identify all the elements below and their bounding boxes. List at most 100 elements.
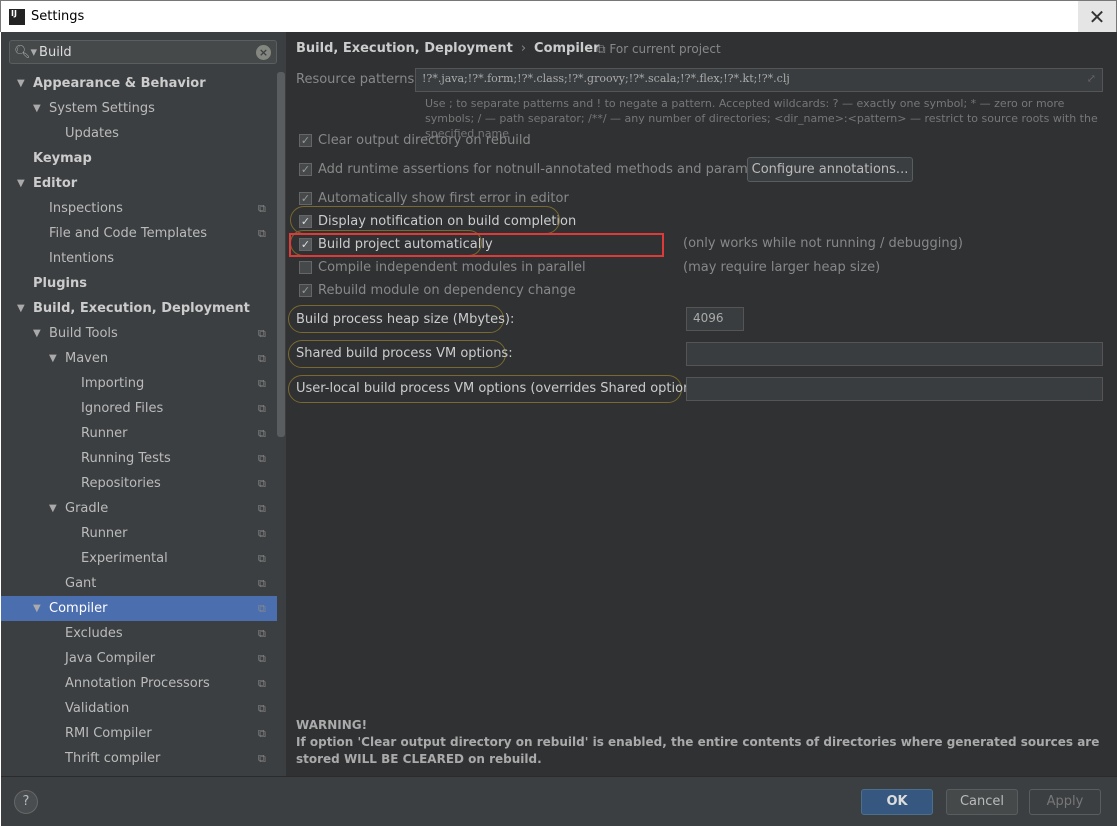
expand-arrow-icon[interactable]: ▼: [33, 596, 41, 621]
tree-item-label: Gradle: [65, 501, 109, 516]
tree-item-label: Runner: [81, 426, 128, 441]
checkbox-box[interactable]: [299, 261, 312, 274]
tree-item[interactable]: RMI Compiler ⧉: [1, 721, 277, 746]
checkbox[interactable]: Compile independent modules in parallel: [299, 260, 586, 275]
configure-annotations-button[interactable]: Configure annotations...: [747, 157, 913, 182]
checkbox-box[interactable]: ✓: [299, 163, 312, 176]
tree-item[interactable]: Plugins: [1, 271, 277, 296]
tree-item[interactable]: Intentions: [1, 246, 277, 271]
tree-item[interactable]: Annotation Processors ⧉: [1, 671, 277, 696]
tree-item[interactable]: Importing ⧉: [1, 371, 277, 396]
tree-item[interactable]: Runner ⧉: [1, 521, 277, 546]
project-scope-icon: ⧉: [258, 752, 266, 765]
expand-arrow-icon[interactable]: ▼: [17, 71, 25, 96]
tree-item-label: Build Tools: [49, 326, 118, 341]
sidebar-scrollbar[interactable]: [277, 72, 285, 437]
breadcrumb-parent: Build, Execution, Deployment: [296, 41, 513, 56]
tree-item-label: Thrift compiler: [65, 751, 161, 766]
tree-item-label: Importing: [81, 376, 145, 391]
tree-item[interactable]: Runner ⧉: [1, 421, 277, 446]
tree-item[interactable]: ▼ Appearance & Behavior: [1, 71, 277, 96]
tree-item[interactable]: ▼ Build Tools ⧉: [1, 321, 277, 346]
copy-icon: ⧉: [597, 42, 610, 56]
settings-tree: ▼ Appearance & Behavior ▼ System Settings Up…: [1, 71, 277, 771]
intellij-logo: IJ: [9, 8, 25, 25]
tree-item[interactable]: Ignored Files ⧉: [1, 396, 277, 421]
tree-item-label: Intentions: [49, 251, 115, 266]
clear-search-icon[interactable]: ×: [256, 45, 271, 60]
shared-vm-options-input[interactable]: [686, 342, 1103, 366]
expand-arrow-icon[interactable]: ▼: [49, 346, 57, 371]
tree-item[interactable]: ▼ System Settings: [1, 96, 277, 121]
project-scope-icon: ⧉: [258, 402, 266, 415]
checkbox-box[interactable]: ✓: [299, 192, 312, 205]
checkbox-box[interactable]: ✓: [299, 134, 312, 147]
project-scope-icon: ⧉: [258, 352, 266, 365]
project-scope-icon: ⧉: [258, 527, 266, 540]
tree-item[interactable]: ▼ Editor: [1, 171, 277, 196]
checkbox[interactable]: ✓ Add runtime assertions for notnull-anno…: [299, 162, 781, 177]
expand-arrow-icon[interactable]: ▼: [33, 321, 41, 346]
tree-item[interactable]: Gant ⧉: [1, 571, 277, 596]
for-project-label: For current project: [609, 42, 721, 56]
ok-button[interactable]: OK: [861, 789, 933, 815]
compiler-panel: Build, Execution, Deployment › Compiler ⧉ …: [286, 32, 1117, 776]
apply-button[interactable]: Apply: [1029, 789, 1101, 815]
tree-item[interactable]: Repositories ⧉: [1, 471, 277, 496]
shared-vm-options-label: Shared build process VM options:: [296, 346, 513, 361]
tree-item-label: System Settings: [49, 101, 155, 116]
tree-item-label: Appearance & Behavior: [33, 76, 206, 91]
project-scope-icon: ⧉: [258, 727, 266, 740]
tree-item[interactable]: Experimental ⧉: [1, 546, 277, 571]
resource-patterns-value: !?*.java;!?*.form;!?*.class;!?*.groovy;!…: [422, 72, 790, 85]
tree-item-label: File and Code Templates: [49, 226, 207, 241]
tree-item[interactable]: ▼ Compiler ⧉: [1, 596, 277, 621]
tree-item[interactable]: File and Code Templates ⧉: [1, 221, 277, 246]
tree-item-label: Compiler: [49, 601, 108, 616]
tree-item[interactable]: ▼ Build, Execution, Deployment: [1, 296, 277, 321]
checkbox[interactable]: ✓ Automatically show first error in edito…: [299, 191, 569, 206]
expand-arrow-icon[interactable]: ▼: [33, 96, 41, 121]
resource-patterns-input[interactable]: !?*.java;!?*.form;!?*.class;!?*.groovy;!…: [415, 68, 1103, 92]
tree-item[interactable]: Keymap: [1, 146, 277, 171]
checkbox-label: Rebuild module on dependency change: [318, 283, 576, 298]
checkbox[interactable]: ✓ Clear output directory on rebuild: [299, 133, 531, 148]
search-input[interactable]: 🔍︎▾ Build ×: [9, 40, 277, 64]
tree-item[interactable]: Validation ⧉: [1, 696, 277, 721]
checkbox-box[interactable]: ✓: [299, 284, 312, 297]
tree-item[interactable]: Java Compiler ⧉: [1, 646, 277, 671]
project-scope-icon: ⧉: [258, 577, 266, 590]
for-current-project: ⧉ For current project: [597, 42, 721, 57]
close-button[interactable]: ✕: [1078, 1, 1116, 33]
cancel-button[interactable]: Cancel: [946, 789, 1018, 815]
auto-build-note: (only works while not running / debuggin…: [683, 236, 963, 251]
tree-item[interactable]: Excludes ⧉: [1, 621, 277, 646]
expand-icon[interactable]: ⤢: [1087, 72, 1096, 85]
breadcrumb: Build, Execution, Deployment › Compiler: [296, 41, 600, 56]
tree-item-label: Build, Execution, Deployment: [33, 301, 250, 316]
tree-item-label: Validation: [65, 701, 130, 716]
expand-arrow-icon[interactable]: ▼: [49, 496, 57, 521]
project-scope-icon: ⧉: [258, 377, 266, 390]
help-button[interactable]: ?: [14, 790, 38, 814]
project-scope-icon: ⧉: [258, 327, 266, 340]
project-scope-icon: ⧉: [258, 452, 266, 465]
resource-patterns-label: Resource patterns:: [296, 72, 419, 87]
title-bar: IJ Settings ✕: [0, 0, 1117, 33]
heap-size-input[interactable]: 4096: [686, 307, 744, 331]
user-vm-options-input[interactable]: [686, 377, 1103, 401]
tree-item[interactable]: ▼ Gradle ⧉: [1, 496, 277, 521]
tree-item[interactable]: Thrift compiler ⧉: [1, 746, 277, 771]
expand-arrow-icon[interactable]: ▼: [17, 171, 25, 196]
tree-item[interactable]: Inspections ⧉: [1, 196, 277, 221]
warning: WARNING! If option 'Clear output director…: [296, 717, 1106, 768]
expand-arrow-icon[interactable]: ▼: [17, 296, 25, 321]
checkbox[interactable]: ✓ Rebuild module on dependency change: [299, 283, 576, 298]
tree-item[interactable]: Updates: [1, 121, 277, 146]
user-vm-options-label: User-local build process VM options (ove…: [296, 381, 708, 396]
tree-item[interactable]: ▼ Maven ⧉: [1, 346, 277, 371]
checkbox-label: Clear output directory on rebuild: [318, 133, 531, 148]
tree-item[interactable]: Running Tests ⧉: [1, 446, 277, 471]
project-scope-icon: ⧉: [258, 677, 266, 690]
tree-item-label: RMI Compiler: [65, 726, 152, 741]
